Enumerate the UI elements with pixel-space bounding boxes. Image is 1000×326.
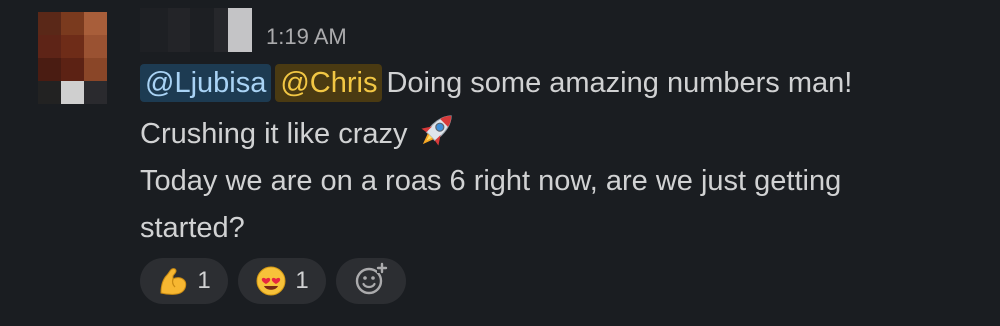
message-text-1: Doing some amazing numbers man! [386, 67, 853, 99]
sender-name-redacted[interactable] [140, 8, 252, 52]
message-timestamp[interactable]: 1:19 AM [266, 24, 347, 50]
reaction-heart-eyes[interactable]: 1 [238, 258, 326, 304]
message-line-3: Today we are on a roas 6 right now, are … [140, 165, 842, 197]
message-line-4: started? [140, 212, 245, 244]
message-line-1: @Ljubisa @Chris Doing some amazing numbers… [140, 60, 960, 107]
message-line-2: Crushing it like crazy [140, 107, 960, 158]
chat-message: 1:19 AM @Ljubisa @Chris Doing some amazing… [0, 0, 1000, 326]
reactions-bar: 1 1 [140, 258, 406, 304]
add-reaction-button[interactable] [336, 258, 406, 304]
reaction-count: 1 [295, 267, 309, 294]
mention-ljubisa[interactable]: @Ljubisa [140, 64, 272, 102]
reaction-flexed-biceps[interactable]: 1 [140, 258, 228, 304]
rocket-icon [414, 107, 460, 153]
avatar[interactable] [38, 12, 130, 104]
flexed-biceps-icon [157, 265, 189, 297]
mention-chris[interactable]: @Chris [275, 64, 383, 102]
add-reaction-icon [353, 261, 389, 302]
message-text-2: Crushing it like crazy [140, 118, 408, 150]
reaction-count: 1 [197, 267, 211, 294]
heart-eyes-icon [255, 265, 287, 297]
message-body: @Ljubisa @Chris Doing some amazing numbers… [140, 60, 960, 252]
